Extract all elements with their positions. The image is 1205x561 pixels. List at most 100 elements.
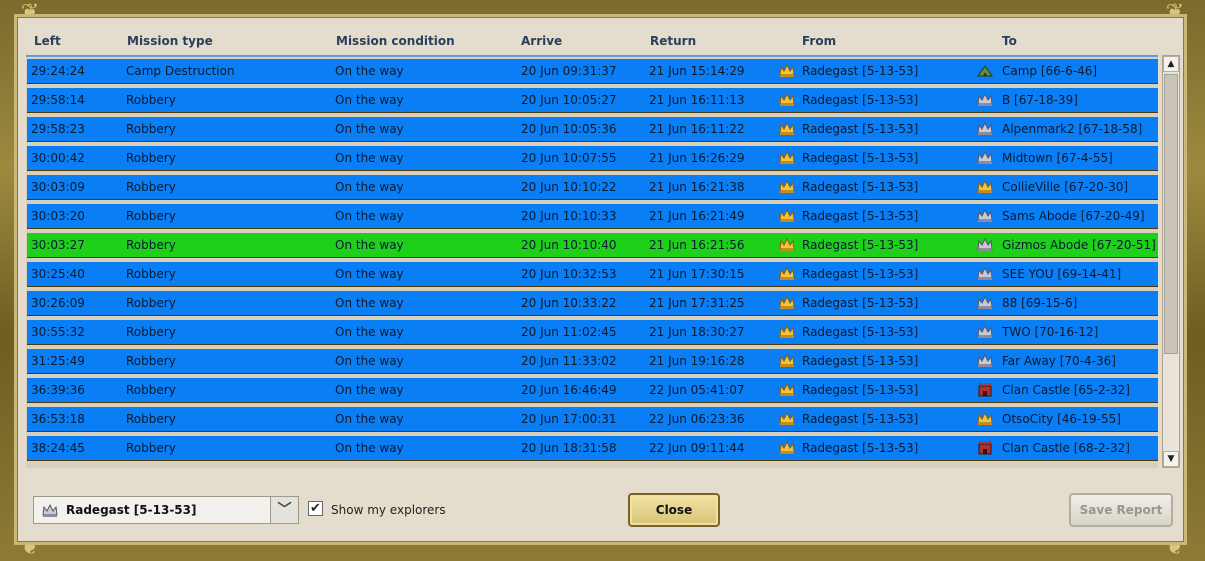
table-row[interactable]: 38:24:45 Robbery On the way 20 Jun 18:31:58… <box>27 436 1158 461</box>
table-row[interactable]: 30:55:32 Robbery On the way 20 Jun 11:02:45… <box>27 320 1158 345</box>
mission-condition: On the way <box>335 180 404 194</box>
footer-bar: Radegast [5-13-53] ﹀ ✔ Show my explorers… <box>17 487 1184 537</box>
arrive-time: 20 Jun 11:02:45 <box>521 325 617 339</box>
mission-condition: On the way <box>335 238 404 252</box>
mission-type: Robbery <box>126 441 176 455</box>
time-left: 36:39:36 <box>31 383 85 397</box>
mission-type: Robbery <box>126 412 176 426</box>
scroll-up-icon[interactable]: ▲ <box>1163 56 1179 72</box>
table-row[interactable]: 30:03:27 Robbery On the way 20 Jun 10:10:40… <box>27 233 1158 258</box>
return-time: 22 Jun 05:41:07 <box>649 383 745 397</box>
return-time: 21 Jun 18:30:27 <box>649 325 745 339</box>
time-left: 30:55:32 <box>31 325 85 339</box>
mission-condition: On the way <box>335 383 404 397</box>
arrive-time: 20 Jun 10:33:22 <box>521 296 617 310</box>
scroll-down-icon[interactable]: ▼ <box>1163 451 1179 467</box>
to-target: TWO [70-16-12] <box>1002 325 1099 339</box>
column-mission-condition: Mission condition <box>336 34 455 48</box>
to-target: Camp [66-6-46] <box>1002 64 1098 78</box>
table-row[interactable]: 30:26:09 Robbery On the way 20 Jun 10:33:22… <box>27 291 1158 316</box>
mission-type: Robbery <box>126 209 176 223</box>
return-time: 21 Jun 16:11:22 <box>649 122 745 136</box>
table-scrollbar[interactable]: ▲ ▼ <box>1162 55 1180 468</box>
table-row[interactable]: 30:03:20 Robbery On the way 20 Jun 10:10:33… <box>27 204 1158 229</box>
show-explorers-label: Show my explorers <box>331 503 446 517</box>
from-town: Radegast [5-13-53] <box>802 93 919 107</box>
chevron-down-icon[interactable]: ﹀ <box>270 497 298 523</box>
time-left: 29:58:23 <box>31 122 85 136</box>
arrive-time: 20 Jun 10:07:55 <box>521 151 617 165</box>
table-header: Left Mission type Mission condition Arri… <box>29 31 1179 55</box>
to-target: OtsoCity [46-19-55] <box>1002 412 1121 426</box>
time-left: 31:25:49 <box>31 354 85 368</box>
time-left: 29:58:14 <box>31 93 85 107</box>
from-town: Radegast [5-13-53] <box>802 238 919 252</box>
from-town: Radegast [5-13-53] <box>802 122 919 136</box>
silver-crown-icon <box>977 266 993 280</box>
arrive-time: 20 Jun 10:10:22 <box>521 180 617 194</box>
scroll-thumb[interactable] <box>1164 74 1178 354</box>
time-left: 36:53:18 <box>31 412 85 426</box>
mission-condition: On the way <box>335 64 404 78</box>
missions-table: 29:24:24 Camp Destruction On the way 20 Jun… <box>26 55 1158 468</box>
to-target: CollieVille [67-20-30] <box>1002 180 1129 194</box>
time-left: 38:24:45 <box>31 441 85 455</box>
gold-crown-icon <box>779 324 795 338</box>
time-left: 30:03:20 <box>31 209 85 223</box>
silver-crown-icon <box>977 208 993 222</box>
from-town: Radegast [5-13-53] <box>802 209 919 223</box>
gold-crown-icon <box>779 382 795 396</box>
table-row[interactable]: 36:53:18 Robbery On the way 20 Jun 17:00:31… <box>27 407 1158 432</box>
silver-crown-icon <box>42 503 58 517</box>
table-row[interactable]: 29:24:24 Camp Destruction On the way 20 Jun… <box>27 59 1158 84</box>
mission-condition: On the way <box>335 412 404 426</box>
silver-crown-icon <box>977 150 993 164</box>
silver-crown-icon <box>977 295 993 309</box>
table-row[interactable]: 29:58:14 Robbery On the way 20 Jun 10:05:27… <box>27 88 1158 113</box>
from-town: Radegast [5-13-53] <box>802 64 919 78</box>
show-explorers-checkbox[interactable]: ✔ <box>308 501 323 516</box>
to-target: Clan Castle [65-2-32] <box>1002 383 1130 397</box>
to-target: Clan Castle [68-2-32] <box>1002 441 1130 455</box>
gold-crown-icon <box>779 353 795 367</box>
to-target: Midtown [67-4-55] <box>1002 151 1113 165</box>
silver-crown-icon <box>977 121 993 135</box>
gold-crown-icon <box>779 208 795 222</box>
mission-type: Robbery <box>126 383 176 397</box>
to-target: Gizmos Abode [67-20-51] <box>1002 238 1156 252</box>
arrive-time: 20 Jun 11:33:02 <box>521 354 617 368</box>
close-button[interactable]: Close <box>628 493 720 527</box>
table-row[interactable]: 30:25:40 Robbery On the way 20 Jun 10:32:53… <box>27 262 1158 287</box>
mission-type: Robbery <box>126 151 176 165</box>
gold-crown-icon <box>977 179 993 193</box>
mission-condition: On the way <box>335 209 404 223</box>
return-time: 21 Jun 16:26:29 <box>649 151 745 165</box>
from-town: Radegast [5-13-53] <box>802 354 919 368</box>
table-row[interactable]: 36:39:36 Robbery On the way 20 Jun 16:46:49… <box>27 378 1158 403</box>
table-row[interactable]: 31:25:49 Robbery On the way 20 Jun 11:33:02… <box>27 349 1158 374</box>
time-left: 30:03:09 <box>31 180 85 194</box>
to-target: Sams Abode [67-20-49] <box>1002 209 1145 223</box>
gold-crown-icon <box>779 266 795 280</box>
mission-type: Robbery <box>126 296 176 310</box>
from-town: Radegast [5-13-53] <box>802 412 919 426</box>
gold-crown-icon <box>779 411 795 425</box>
return-time: 22 Jun 06:23:36 <box>649 412 745 426</box>
town-select[interactable]: Radegast [5-13-53] ﹀ <box>33 496 299 524</box>
from-town: Radegast [5-13-53] <box>802 325 919 339</box>
missions-panel: Left Mission type Mission condition Arri… <box>14 14 1187 545</box>
table-row[interactable]: 30:03:09 Robbery On the way 20 Jun 10:10:22… <box>27 175 1158 200</box>
mission-condition: On the way <box>335 441 404 455</box>
column-mission-type: Mission type <box>127 34 213 48</box>
silver-crown-icon <box>977 353 993 367</box>
gold-crown-icon <box>779 179 795 193</box>
town-select-value: Radegast [5-13-53] <box>66 503 197 517</box>
mission-type: Robbery <box>126 93 176 107</box>
arrive-time: 20 Jun 10:10:33 <box>521 209 617 223</box>
time-left: 30:00:42 <box>31 151 85 165</box>
mission-type: Camp Destruction <box>126 64 235 78</box>
gold-crown-icon <box>779 63 795 77</box>
table-row[interactable]: 29:58:23 Robbery On the way 20 Jun 10:05:36… <box>27 117 1158 142</box>
save-report-button[interactable]: Save Report <box>1069 493 1173 527</box>
table-row[interactable]: 30:00:42 Robbery On the way 20 Jun 10:07:55… <box>27 146 1158 171</box>
